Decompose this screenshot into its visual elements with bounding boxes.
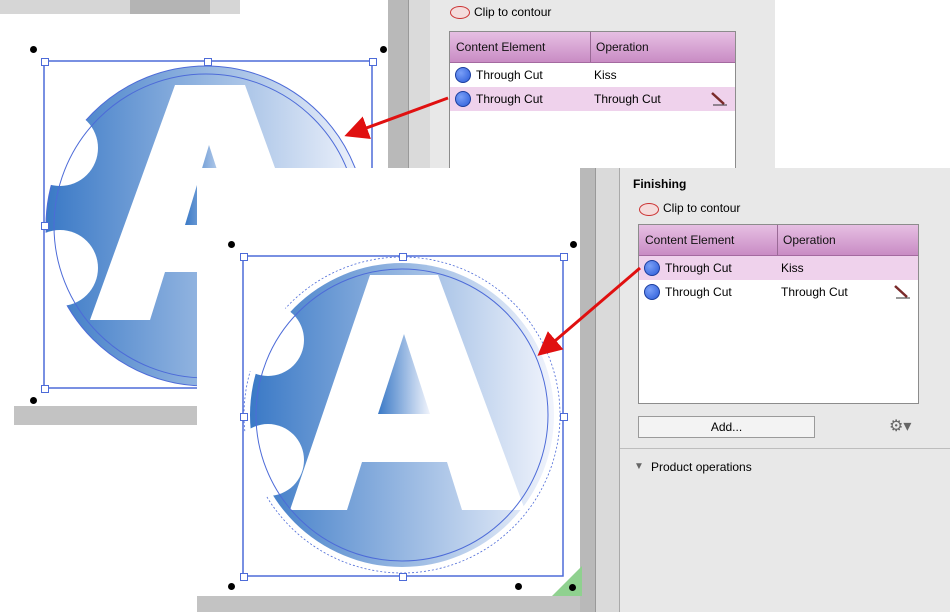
red-arrow [344,96,449,140]
red-arrow [537,266,641,356]
annotation-arrows [344,96,641,356]
